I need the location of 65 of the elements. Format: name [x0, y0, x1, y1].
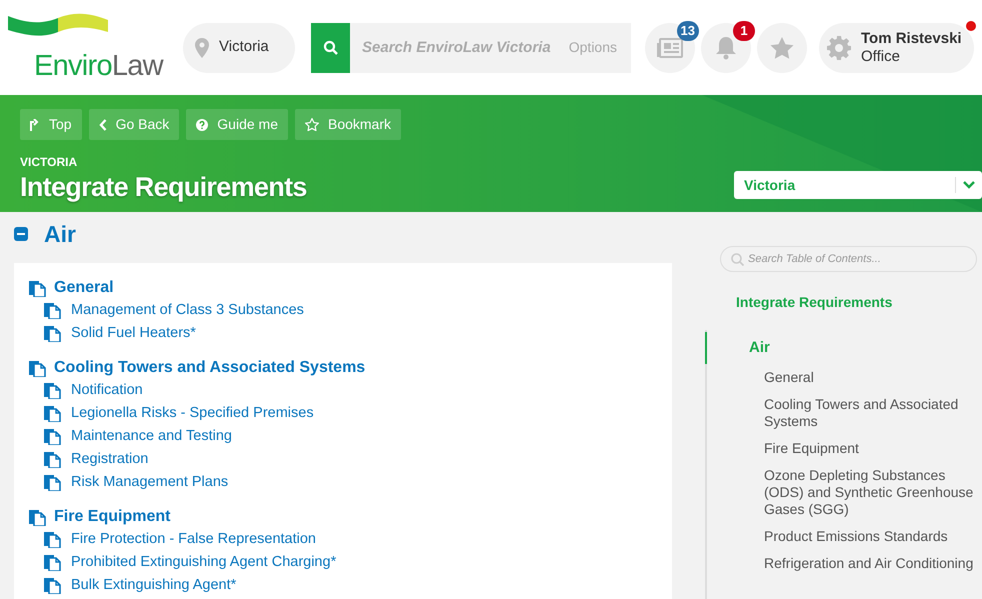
bell-icon [715, 36, 737, 60]
user-name: Tom Ristevski [861, 30, 962, 48]
location-button[interactable]: Victoria [183, 22, 295, 72]
toc-heading: Integrate Requirements [736, 293, 894, 312]
help-icon [196, 118, 208, 130]
top-button[interactable]: Top [20, 109, 82, 140]
document-icon [44, 428, 61, 445]
jurisdiction-dropdown[interactable]: Victoria [734, 171, 982, 199]
item-link[interactable]: Fire Protection - False Representation [71, 528, 316, 550]
group-link[interactable]: General [54, 276, 114, 300]
logo-text: EnviroLaw [33, 52, 164, 84]
document-icon [44, 405, 61, 422]
search-icon [731, 253, 744, 266]
count-badge: 1 [733, 20, 755, 40]
toc-entry[interactable]: General [764, 369, 978, 386]
item-link[interactable]: Bulk Extinguishing Agent* [71, 574, 236, 596]
toc-entry[interactable]: Fire Equipment [764, 440, 978, 457]
document-icon [29, 360, 46, 376]
section-title: Air [44, 220, 76, 249]
item-link[interactable]: Maintenance and Testing [71, 426, 232, 448]
bookmark-button[interactable]: Bookmark [294, 109, 402, 140]
group-link[interactable]: Fire Equipment [54, 505, 170, 529]
star-outline-icon [304, 118, 319, 131]
item-link[interactable]: Legionella Risks - Specified Premises [71, 402, 314, 424]
document-icon [44, 325, 61, 342]
search-icon [322, 40, 338, 56]
location-pin-icon [195, 38, 209, 58]
back-button[interactable]: Go Back [88, 109, 180, 140]
document-icon [44, 302, 61, 319]
toc-entry[interactable]: Product Emissions Standards [764, 528, 978, 545]
user-role: Office [861, 48, 901, 66]
item-link[interactable]: Management of Class 3 Substances [71, 300, 304, 322]
document-icon [44, 577, 61, 594]
document-icon [44, 474, 61, 491]
search-field[interactable]: Search EnviroLaw Victoria [350, 22, 569, 72]
document-icon [29, 280, 46, 296]
jurisdiction-label: VICTORIA [20, 154, 78, 171]
toc-entry[interactable]: Air [705, 332, 982, 364]
document-icon [44, 451, 61, 468]
item-link[interactable]: Risk Management Plans [71, 472, 228, 494]
toc-entry[interactable]: Ozone Depleting Substances (ODS) and Synthetic Greenhouse Gases (SGG) [764, 467, 978, 518]
group-link[interactable]: Cooling Towers and Associated Systems [54, 356, 366, 380]
toc-entry[interactable]: Cooling Towers and Associated Systems [764, 396, 978, 430]
favorites-button[interactable] [757, 22, 807, 72]
item-link[interactable]: Notification [71, 380, 143, 402]
settings-icon [827, 36, 851, 60]
collapse-button[interactable] [14, 227, 28, 241]
star-icon [770, 36, 794, 58]
count-badge: 13 [676, 20, 699, 40]
user-menu-button[interactable]: Tom Ristevski Office [819, 22, 974, 72]
toc-entry[interactable]: Refrigeration and Air Conditioning [764, 555, 978, 572]
item-link[interactable]: Prohibited Extinguishing Agent Charging* [71, 552, 336, 574]
document-icon [44, 382, 61, 399]
up-arrow-icon [30, 118, 40, 130]
document-icon [29, 508, 46, 526]
document-icon [44, 531, 61, 548]
item-link[interactable]: Registration [71, 448, 148, 470]
search-button[interactable] [311, 22, 350, 72]
newspaper-icon [657, 38, 683, 58]
page-title: Integrate Requirements [20, 171, 307, 203]
help-button[interactable]: Guide me [186, 109, 288, 140]
item-link[interactable]: Solid Fuel Heaters* [71, 322, 196, 344]
document-icon [44, 554, 61, 571]
chevron-left-icon [98, 118, 107, 130]
toc-search-field[interactable]: Search Table of Contents... [720, 246, 977, 272]
